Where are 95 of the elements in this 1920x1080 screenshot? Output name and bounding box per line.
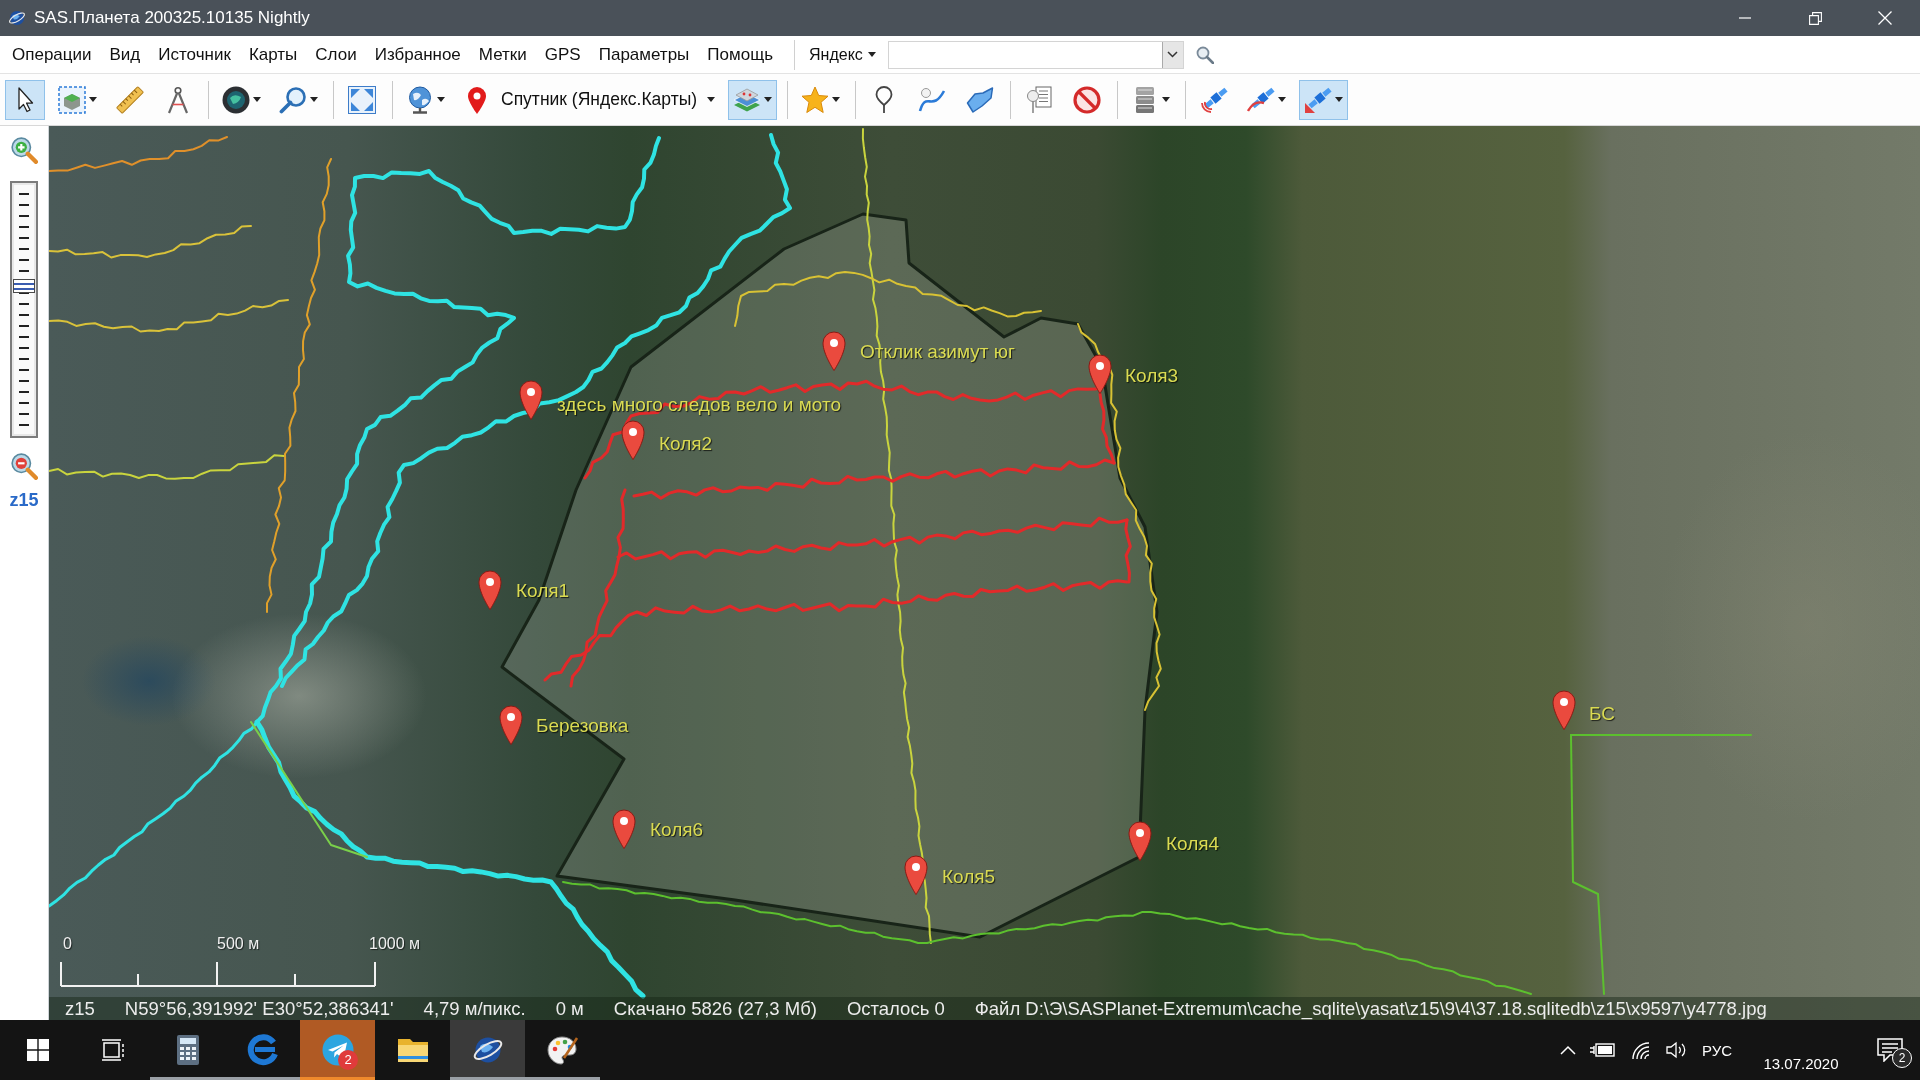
select-area-icon bbox=[58, 85, 86, 114]
restore-icon bbox=[1808, 11, 1822, 25]
resolution: 4,79 м/пикс. bbox=[423, 997, 526, 1020]
placemark-label: Коля1 bbox=[516, 579, 570, 603]
placemark-label: здесь много следов вело и мото bbox=[557, 393, 841, 417]
caret-icon bbox=[1335, 97, 1344, 102]
menu-item[interactable]: GPS bbox=[535, 40, 590, 69]
satellite-line-icon bbox=[1247, 85, 1276, 114]
globe-stand-icon bbox=[406, 85, 434, 114]
map-pin-icon[interactable] bbox=[621, 420, 645, 460]
taskbar-app-button[interactable]: 2 bbox=[300, 1020, 375, 1080]
notification-badge: 2 bbox=[338, 1050, 358, 1070]
magnifier-icon bbox=[279, 85, 307, 114]
placemark-label: БС bbox=[1589, 702, 1615, 726]
map-pin-icon[interactable] bbox=[1552, 690, 1576, 730]
fullscreen-icon bbox=[348, 85, 376, 114]
map-pin-icon[interactable] bbox=[612, 809, 636, 849]
distance: 0 м bbox=[555, 997, 584, 1020]
wifi-icon[interactable] bbox=[1629, 1040, 1652, 1060]
satellite-signal-icon bbox=[1200, 85, 1229, 114]
speaker-icon[interactable] bbox=[1665, 1041, 1688, 1059]
zoom-slider-track[interactable] bbox=[10, 181, 38, 438]
map-pin-icon[interactable] bbox=[1088, 354, 1112, 394]
scale-label: 1000 м bbox=[369, 934, 421, 954]
chevron-down-icon bbox=[1167, 51, 1179, 58]
search-field[interactable] bbox=[887, 40, 1184, 69]
placemark-label: Коля2 bbox=[659, 432, 713, 456]
zoom-level: z15 bbox=[65, 997, 95, 1020]
menu-item[interactable]: Избранное bbox=[365, 40, 470, 69]
window-title: SAS.Планета 200325.10135 Nightly bbox=[34, 8, 310, 28]
zoom-slider-thumb[interactable] bbox=[13, 278, 35, 293]
notification-icon[interactable] bbox=[1877, 1038, 1903, 1062]
search-icon[interactable] bbox=[1195, 45, 1214, 64]
close-icon bbox=[1878, 11, 1892, 25]
taskbar-app-button[interactable] bbox=[450, 1020, 525, 1080]
input-language[interactable]: РУС bbox=[1701, 1041, 1732, 1059]
caret-icon bbox=[707, 97, 716, 102]
placemark-label: Коля4 bbox=[1166, 832, 1220, 856]
globe-orbit-icon bbox=[8, 9, 26, 27]
menu-item[interactable]: Карты bbox=[239, 40, 307, 69]
menu-item[interactable]: Слои bbox=[306, 40, 366, 69]
menu-item[interactable]: Источник bbox=[149, 40, 240, 69]
palette-icon bbox=[546, 1034, 579, 1066]
menu-item[interactable]: Параметры bbox=[589, 40, 699, 69]
window-logo-icon bbox=[26, 1039, 49, 1061]
menu-item[interactable]: Операции bbox=[3, 40, 101, 69]
search-engine-dropdown[interactable]: Яндекс bbox=[803, 41, 882, 68]
caret-icon bbox=[867, 52, 876, 57]
curve-path-icon bbox=[918, 85, 947, 114]
placemark-label: Коля3 bbox=[1125, 364, 1179, 388]
battery-plug-icon[interactable] bbox=[1589, 1042, 1616, 1058]
star-icon bbox=[801, 85, 830, 114]
notification-count-badge: 2 bbox=[1892, 1048, 1912, 1068]
caret-icon bbox=[310, 97, 318, 102]
menu-item[interactable]: Помощь bbox=[698, 40, 782, 69]
dropdown-button[interactable] bbox=[1161, 41, 1183, 68]
pin-note-icon bbox=[1025, 85, 1054, 114]
placemark-label: Коля5 bbox=[942, 865, 996, 889]
clock-date[interactable]: 13.07.2020 bbox=[1763, 1055, 1839, 1072]
polygon-icon bbox=[966, 85, 995, 114]
remaining-count: Осталось 0 bbox=[846, 997, 945, 1020]
caret-icon bbox=[253, 97, 261, 102]
zoom-level-label: z15 bbox=[9, 490, 39, 511]
chevron-up-icon[interactable] bbox=[1559, 1045, 1576, 1055]
download-count: Скачано 5826 (27,3 Мб) bbox=[613, 997, 817, 1020]
no-entry-icon bbox=[1073, 85, 1102, 114]
map-pin-icon[interactable] bbox=[519, 380, 543, 420]
toolbar-button[interactable] bbox=[5, 79, 45, 120]
caret-icon bbox=[437, 97, 445, 102]
zoom-in-icon[interactable] bbox=[10, 136, 38, 164]
coordinates: N59°56,391992' E30°52,386341' bbox=[124, 997, 394, 1020]
caret-icon bbox=[764, 97, 773, 102]
menu-item[interactable]: Метки bbox=[469, 40, 536, 69]
map-pin-icon[interactable] bbox=[904, 855, 928, 895]
zoom-out-icon[interactable] bbox=[10, 452, 38, 480]
caret-icon bbox=[832, 97, 841, 102]
placemark-label: Березовка bbox=[536, 714, 629, 738]
swirl-icon bbox=[246, 1034, 279, 1066]
scale-label: 0 bbox=[63, 934, 72, 954]
map-pin-icon[interactable] bbox=[499, 705, 523, 745]
map-pin-icon[interactable] bbox=[478, 570, 502, 610]
caret-icon bbox=[1162, 97, 1171, 102]
caret-icon bbox=[1278, 97, 1287, 102]
task-view-icon bbox=[99, 1039, 126, 1061]
menu-item[interactable]: Вид bbox=[100, 40, 150, 69]
map-pin-icon[interactable] bbox=[1128, 821, 1152, 861]
map-source-button[interactable]: Спутник (Яндекс.Карты) bbox=[458, 79, 721, 120]
globe-icon bbox=[222, 85, 250, 114]
minimize-icon bbox=[1739, 17, 1751, 19]
scale-label: 500 м bbox=[217, 934, 260, 954]
placemark-label: Коля6 bbox=[650, 818, 704, 842]
caret-icon bbox=[89, 97, 97, 102]
map-pin-icon[interactable] bbox=[822, 331, 846, 371]
satellite-triangle-icon bbox=[1304, 85, 1333, 114]
file-path: Файл D:\Э\SASPlanet-Extremum\cache_sqlite\yasat\z15\9\4\37.18.sqlitedb\z15\x9597\y4778.jpg bbox=[974, 997, 1767, 1020]
